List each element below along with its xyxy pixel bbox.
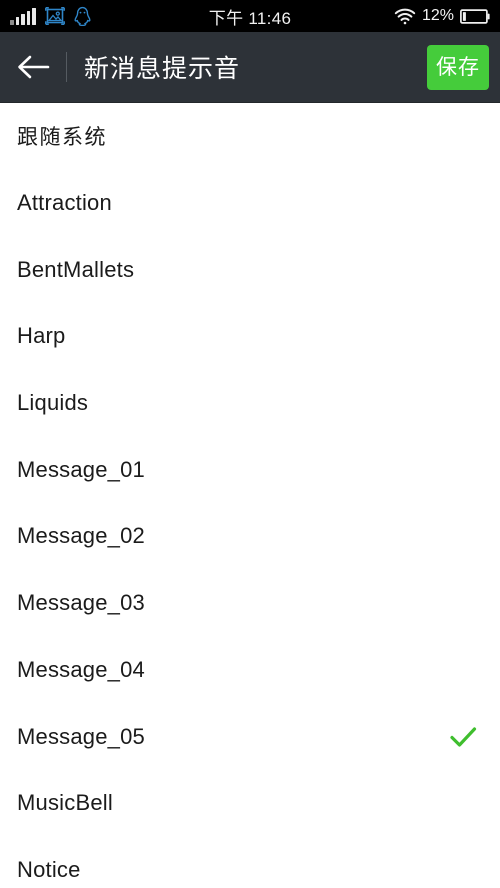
list-item-label: Message_02 — [17, 523, 145, 549]
list-item-label: Message_01 — [17, 456, 145, 482]
list-item-label: Attraction — [17, 190, 112, 216]
header-divider — [66, 52, 67, 82]
list-item[interactable]: Attraction — [0, 169, 500, 237]
sound-list[interactable]: 跟随系统 Attraction BentMallets Harp Liquids Mess… — [0, 103, 500, 888]
save-button[interactable]: 保存 — [427, 44, 489, 90]
list-item-label: Liquids — [17, 390, 89, 416]
list-item[interactable]: Message_03 — [0, 569, 500, 637]
battery-percent-label: 12% — [421, 7, 454, 24]
gallery-icon — [44, 7, 65, 25]
list-item[interactable]: Harp — [0, 303, 500, 370]
list-item[interactable]: Notice — [0, 836, 500, 888]
app-header: 新消息提示音 保存 — [0, 32, 500, 103]
battery-icon — [460, 8, 490, 25]
list-item[interactable]: Message_01 — [0, 436, 500, 504]
status-bar: 下午 11:46 12% — [0, 0, 500, 32]
list-item-label: Harp — [17, 323, 66, 349]
list-item[interactable]: Message_05 — [0, 703, 500, 770]
list-item-label: BentMallets — [17, 256, 135, 282]
list-item-label: MusicBell — [17, 790, 113, 816]
wifi-icon — [394, 8, 416, 25]
back-arrow-icon — [16, 54, 50, 80]
list-item-label: Message_04 — [17, 656, 145, 682]
list-item[interactable]: Message_02 — [0, 503, 500, 570]
back-button[interactable] — [0, 32, 66, 103]
signal-bars-icon — [10, 7, 36, 25]
status-bar-left-icons — [10, 6, 91, 26]
list-item[interactable]: Message_04 — [0, 636, 500, 704]
list-item[interactable]: Liquids — [0, 369, 500, 437]
phone-screen: 下午 11:46 12% 新消息提示音 保存 跟随系统 Attraction B… — [0, 0, 500, 888]
qq-penguin-icon — [73, 6, 91, 26]
list-item-label: Message_03 — [17, 590, 145, 616]
list-item-label: Message_05 — [17, 723, 145, 749]
list-item[interactable]: MusicBell — [0, 769, 500, 837]
list-item[interactable]: 跟随系统 — [0, 103, 500, 170]
status-bar-right-icons: 12% — [394, 7, 490, 25]
list-item-label: Notice — [17, 856, 81, 882]
page-title: 新消息提示音 — [84, 54, 241, 83]
list-item-label: 跟随系统 — [17, 125, 107, 150]
list-item[interactable]: BentMallets — [0, 236, 500, 304]
check-icon — [448, 722, 478, 752]
